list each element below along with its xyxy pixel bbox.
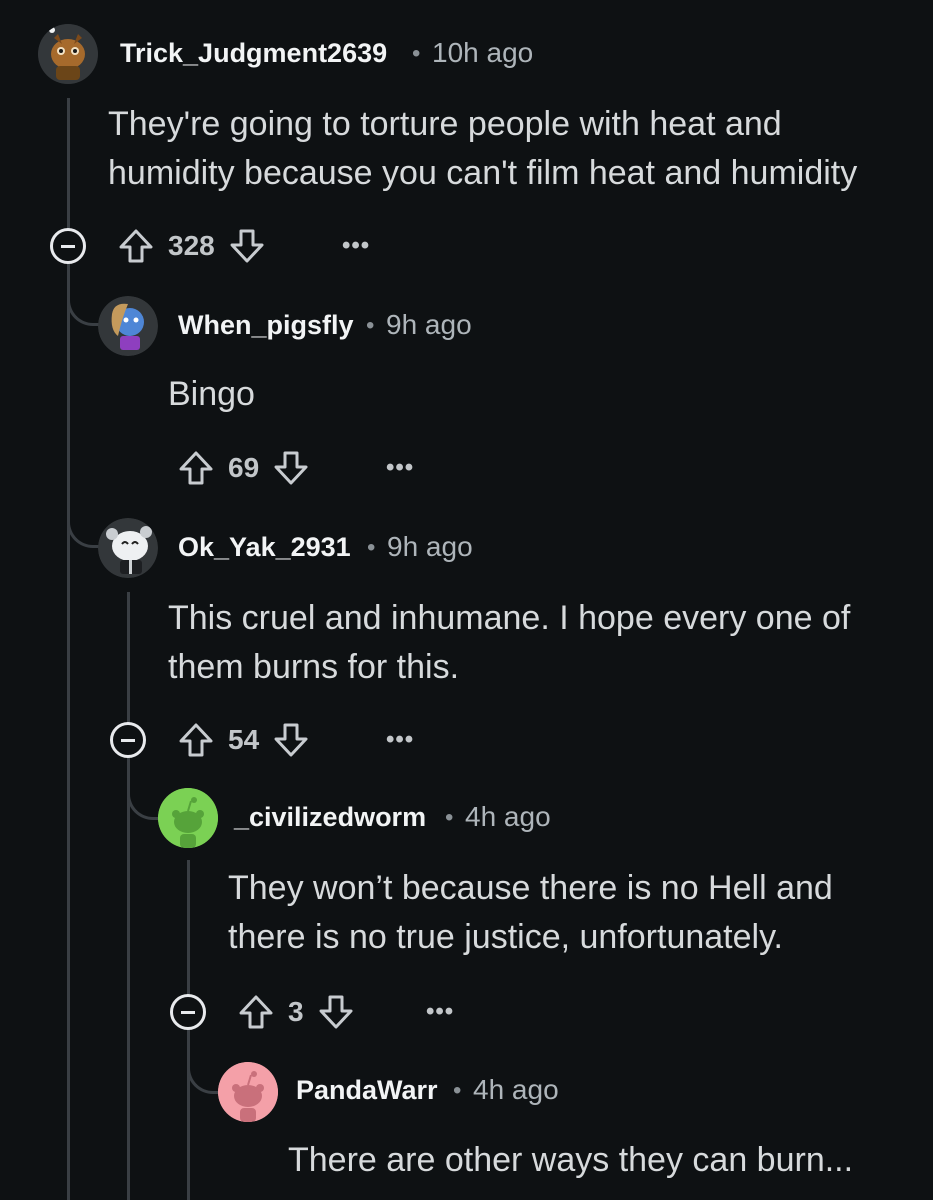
snoo-avatar-icon xyxy=(158,788,218,848)
vote-actions: 54 xyxy=(176,718,311,762)
comment-timestamp: 10h ago xyxy=(432,37,534,68)
avatar[interactable] xyxy=(38,24,98,84)
thread-line-level-2 xyxy=(187,860,190,1200)
separator-dot: • xyxy=(412,40,421,67)
downvote-icon[interactable] xyxy=(316,992,356,1032)
user-avatar-icon xyxy=(98,518,158,578)
separator-dot: • xyxy=(366,312,375,339)
comment-timestamp: 4h ago xyxy=(473,1074,559,1105)
comment-body: This cruel and inhumane. I hope every on… xyxy=(168,599,851,686)
comment-username[interactable]: Ok_Yak_2931 xyxy=(178,532,351,563)
collapse-thread-button[interactable] xyxy=(170,994,206,1030)
avatar[interactable] xyxy=(218,1062,278,1122)
comment-username[interactable]: _civilizedworm xyxy=(234,802,426,833)
user-avatar-icon xyxy=(98,296,158,356)
comment-username[interactable]: PandaWarr xyxy=(296,1075,438,1106)
downvote-icon[interactable] xyxy=(271,448,311,488)
upvote-icon[interactable] xyxy=(116,226,156,266)
avatar[interactable] xyxy=(98,518,158,578)
separator-dot: • xyxy=(453,1077,462,1104)
thread-line-level-1 xyxy=(127,592,130,1200)
comment-username[interactable]: When_pigsfly xyxy=(178,310,354,341)
comment-body: They won’t because there is no Hell and … xyxy=(228,869,833,956)
vote-count: 69 xyxy=(228,452,260,483)
user-avatar-icon xyxy=(38,24,98,84)
downvote-icon[interactable] xyxy=(227,226,267,266)
vote-count: 54 xyxy=(228,724,260,755)
comment-body: Bingo xyxy=(168,375,255,413)
separator-dot: • xyxy=(445,804,454,831)
upvote-icon[interactable] xyxy=(236,992,276,1032)
comment-username[interactable]: Trick_Judgment2639 xyxy=(120,38,387,69)
avatar[interactable] xyxy=(158,788,218,848)
vote-actions: 328 xyxy=(116,224,267,268)
comment-timestamp: 9h ago xyxy=(386,309,472,340)
upvote-icon[interactable] xyxy=(176,720,216,760)
avatar[interactable] xyxy=(98,296,158,356)
more-options-icon[interactable]: ••• xyxy=(386,726,414,754)
separator-dot: • xyxy=(367,534,376,561)
comment-body: There are other ways they can burn... xyxy=(288,1141,854,1179)
vote-count: 328 xyxy=(168,230,215,261)
collapse-thread-button[interactable] xyxy=(110,722,146,758)
more-options-icon[interactable]: ••• xyxy=(342,232,370,260)
comment-timestamp: 4h ago xyxy=(465,801,551,832)
vote-count: 3 xyxy=(288,996,304,1027)
more-options-icon[interactable]: ••• xyxy=(386,454,414,482)
collapse-thread-button[interactable] xyxy=(50,228,86,264)
more-options-icon[interactable]: ••• xyxy=(426,998,454,1026)
downvote-icon[interactable] xyxy=(271,720,311,760)
upvote-icon[interactable] xyxy=(176,448,216,488)
comment-body: They're going to torture people with hea… xyxy=(108,105,858,192)
vote-actions: 3 xyxy=(236,990,356,1034)
vote-actions: 69 xyxy=(176,446,311,490)
comment-timestamp: 9h ago xyxy=(387,531,473,562)
snoo-avatar-icon xyxy=(218,1062,278,1122)
